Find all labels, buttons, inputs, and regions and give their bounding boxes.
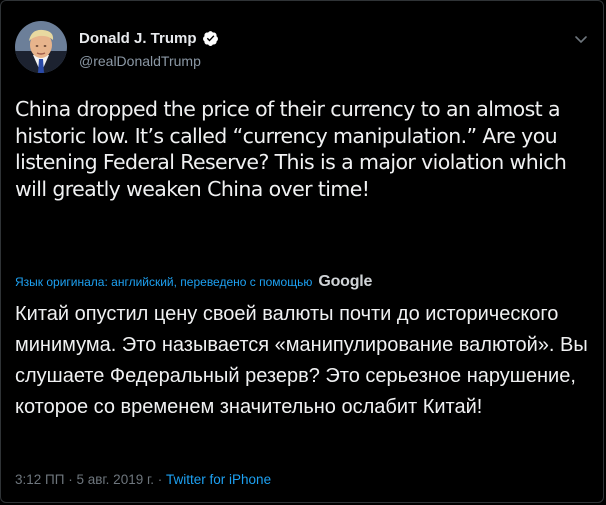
chevron-down-icon[interactable]: [573, 31, 589, 44]
tweet-text: China dropped the price of their currenc…: [15, 97, 567, 201]
author-handle[interactable]: @realDonaldTrump: [79, 53, 201, 69]
tweet-time[interactable]: 3:12 ПП: [15, 472, 64, 487]
verified-badge-icon: [202, 30, 219, 47]
translation-label[interactable]: Язык оригинала: английский, переведено с…: [15, 275, 312, 289]
translation-attribution: Язык оригинала: английский, переведено с…: [15, 273, 372, 291]
tweet-meta: 3:12 ПП · 5 авг. 2019 г. · Twitter for i…: [15, 472, 271, 487]
meta-separator: ·: [157, 472, 163, 487]
meta-separator: ·: [68, 472, 73, 487]
author-name-row[interactable]: Donald J. Trump: [79, 30, 219, 47]
tweet-card: Donald J. Trump @realDonaldTrump China d…: [0, 0, 604, 503]
tweet-date[interactable]: 5 авг. 2019 г.: [76, 472, 154, 487]
avatar[interactable]: [15, 21, 67, 73]
tweet-source[interactable]: Twitter for iPhone: [166, 472, 271, 487]
google-logo: Google: [318, 273, 373, 290]
translated-tweet-text: Китай опустил цену своей валюты почти до…: [15, 303, 588, 418]
author-display-name[interactable]: Donald J. Trump: [79, 30, 197, 47]
